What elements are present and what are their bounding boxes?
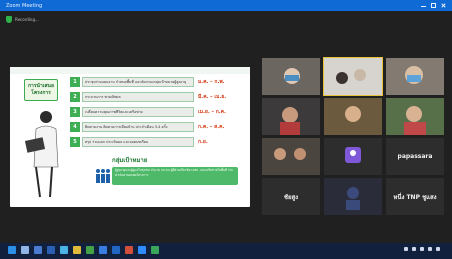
taskbar-icons [8,246,159,254]
participant-video [386,58,444,95]
row-text: เปลี่ยนความคุณภาพชีวิตและเครือข่าย [82,107,194,117]
window-title: Zoom Meeting [6,2,43,9]
participant-tile[interactable] [262,98,320,135]
zoom-app-icon[interactable] [138,246,146,254]
meeting-area: Recording... การนำเสนอ โครงการ 1 ประชุมร… [0,11,452,243]
row-number: 3 [70,107,80,117]
participant-tile[interactable] [324,98,382,135]
maximize-icon[interactable] [431,3,436,8]
window-titlebar: Zoom Meeting [0,0,452,11]
participant-video [324,98,382,135]
shield-icon [6,15,12,23]
participant-tile-active-speaker[interactable] [323,57,383,96]
timeline-row: 2 กระบวนการ พายเลิศผล มี.ค. – เม.ย. [70,92,242,102]
avatar [345,147,361,163]
row-date: ม.ค. – ก.พ. [198,79,225,85]
participant-tile[interactable]: papassara [386,138,444,175]
timeline-row: 4 ติดตามงาน ติดตามการเยี่ยมบ้าน ประจำเดื… [70,122,242,132]
participant-tile[interactable]: ชัยสูง [262,178,320,215]
row-date: มี.ค. – เม.ย. [198,94,227,100]
row-text: กระบวนการ พายเลิศผล [82,92,194,102]
row-text: ติดตามงาน ติดตามการเยี่ยมบ้าน ประจำเดือน… [82,122,194,132]
participant-tile[interactable] [262,58,320,95]
participant-tile[interactable] [324,138,382,175]
target-group-title: กลุ่มเป้าหมาย [112,157,148,164]
row-number: 1 [70,77,80,87]
store-icon[interactable] [60,246,68,254]
timeline-row: 1 ประชุมร่วมแผนงาน กำหนดพื้นที่ และคัดกร… [70,77,242,87]
target-group-text: ผู้สูงอายุและผู้ดูแลในชุมชน จำนวน 40 คน … [112,167,238,185]
row-text: สรุป ร่วมแลก ประเมินผล และถอดบทเรียน [82,137,194,147]
participant-display-name: ชัยสูง [283,193,299,201]
volume-icon[interactable] [412,247,416,251]
row-number: 2 [70,92,80,102]
close-icon[interactable] [441,3,446,8]
task-view-icon[interactable] [34,246,42,254]
word-icon[interactable] [112,246,120,254]
chrome-icon[interactable] [86,246,94,254]
meeting-top-label: Recording... [15,16,39,22]
participant-display-name: หนึ่ง TNP ชูแสง [393,193,437,201]
participant-video [262,58,320,95]
participant-video [324,58,382,95]
minimize-icon[interactable] [421,3,426,7]
file-explorer-icon[interactable] [73,246,81,254]
security-indicator[interactable]: Recording... [6,15,39,23]
row-date: เม.ย. – ก.ค. [198,109,226,115]
windows-taskbar [0,243,452,259]
people-icon [96,169,110,183]
battery-icon[interactable] [428,247,432,251]
participant-tile[interactable] [324,178,382,215]
edge-browser-icon[interactable] [47,246,55,254]
timeline-row: 5 สรุป ร่วมแลก ประเมินผล และถอดบทเรียน ก… [70,137,242,147]
window-controls [421,3,452,8]
participant-tile[interactable] [386,98,444,135]
participant-video [386,98,444,135]
slide-title: การนำเสนอ โครงการ [24,79,58,101]
row-text: ประชุมร่วมแผนงาน กำหนดพื้นที่ และคัดกรอง… [82,77,194,87]
row-date: ก.ย. [198,139,208,145]
row-date: ก.ค. – ส.ค. [198,124,225,130]
search-icon[interactable] [21,246,29,254]
excel-icon[interactable] [151,246,159,254]
participant-tile[interactable]: หนึ่ง TNP ชูแสง [386,178,444,215]
target-group: กลุ่มเป้าหมาย ผู้สูงอายุและผู้ดูแลในชุมช… [94,155,240,199]
participant-video [262,98,320,135]
notification-icon[interactable] [436,247,440,251]
row-number: 4 [70,122,80,132]
participant-tile[interactable] [262,138,320,175]
participant-video [324,178,382,215]
presenter-illustration [24,111,59,198]
windows-start-icon[interactable] [8,246,16,254]
participant-gallery: papassara ชัยสูง หนึ่ง TNP ชูแสง [262,57,444,216]
timeline-list: 1 ประชุมร่วมแผนงาน กำหนดพื้นที่ และคัดกร… [70,77,242,152]
shared-slide: การนำเสนอ โครงการ 1 ประชุมร่วมแผนงาน กำห… [10,67,250,207]
mail-icon[interactable] [99,246,107,254]
network-icon[interactable] [404,247,408,251]
participant-display-name: papassara [397,153,433,160]
timeline-row: 3 เปลี่ยนความคุณภาพชีวิตและเครือข่าย เม.… [70,107,242,117]
participant-tile[interactable] [386,58,444,95]
slide-header-bar [10,67,250,74]
row-number: 5 [70,137,80,147]
system-tray [404,247,444,251]
participant-video [262,138,320,175]
powerpoint-icon[interactable] [125,246,133,254]
language-icon[interactable] [420,247,424,251]
